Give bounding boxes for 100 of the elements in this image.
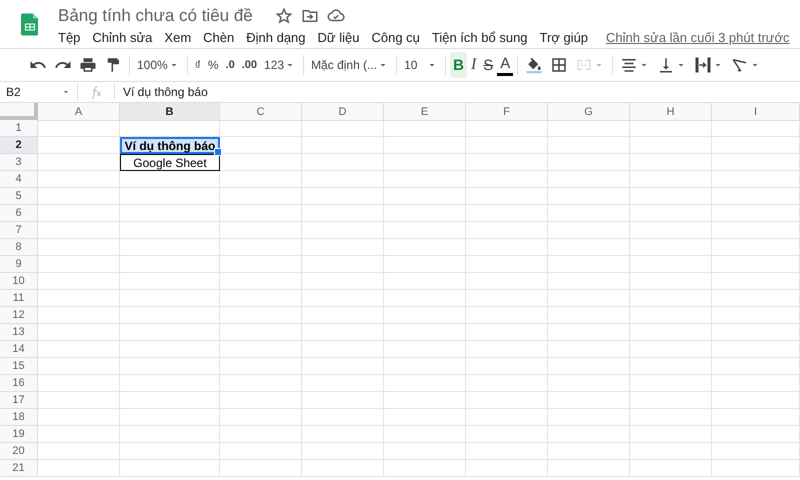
table-cell[interactable]: Ví dụ thông báo: [120, 137, 220, 154]
row-header[interactable]: 13: [0, 324, 38, 341]
table-cell[interactable]: [466, 324, 548, 341]
row-header[interactable]: 4: [0, 171, 38, 188]
table-cell[interactable]: [302, 120, 384, 137]
table-cell[interactable]: [302, 375, 384, 392]
menu-item[interactable]: Xem: [158, 30, 198, 44]
table-cell[interactable]: [712, 273, 800, 290]
table-cell[interactable]: [120, 341, 220, 358]
column-header[interactable]: E: [384, 103, 466, 121]
table-cell[interactable]: [548, 120, 630, 137]
table-cell[interactable]: [630, 154, 712, 171]
table-cell[interactable]: [548, 290, 630, 307]
table-cell[interactable]: [220, 120, 302, 137]
table-cell[interactable]: [384, 443, 466, 460]
table-cell[interactable]: [38, 324, 120, 341]
table-cell[interactable]: [302, 307, 384, 324]
table-cell[interactable]: [712, 324, 800, 341]
table-cell[interactable]: [548, 273, 630, 290]
table-cell[interactable]: [466, 273, 548, 290]
table-cell[interactable]: [712, 307, 800, 324]
table-cell[interactable]: [466, 290, 548, 307]
table-cell[interactable]: [630, 290, 712, 307]
row-header[interactable]: 6: [0, 205, 38, 222]
row-header[interactable]: 10: [0, 273, 38, 290]
table-cell[interactable]: [120, 307, 220, 324]
table-cell[interactable]: [466, 426, 548, 443]
table-cell[interactable]: [466, 392, 548, 409]
table-cell[interactable]: [630, 137, 712, 154]
table-cell[interactable]: [712, 290, 800, 307]
table-cell[interactable]: [384, 273, 466, 290]
table-cell[interactable]: [38, 205, 120, 222]
table-cell[interactable]: [302, 426, 384, 443]
table-cell[interactable]: [38, 239, 120, 256]
table-cell[interactable]: [120, 460, 220, 477]
row-header[interactable]: 15: [0, 358, 38, 375]
table-cell[interactable]: [120, 188, 220, 205]
select-all-corner[interactable]: [0, 103, 38, 120]
table-cell[interactable]: [120, 273, 220, 290]
table-cell[interactable]: [302, 358, 384, 375]
table-cell[interactable]: [712, 426, 800, 443]
table-cell[interactable]: [384, 324, 466, 341]
table-cell[interactable]: [384, 392, 466, 409]
table-cell[interactable]: [38, 341, 120, 358]
menu-item[interactable]: Chỉnh sửa: [86, 30, 158, 44]
table-cell[interactable]: [630, 222, 712, 239]
table-cell[interactable]: [220, 392, 302, 409]
table-cell[interactable]: [712, 188, 800, 205]
table-cell[interactable]: [120, 358, 220, 375]
table-cell[interactable]: [38, 154, 120, 171]
column-header[interactable]: B: [120, 103, 220, 121]
text-color-button[interactable]: A: [497, 54, 514, 76]
row-header[interactable]: 8: [0, 239, 38, 256]
table-cell[interactable]: [548, 392, 630, 409]
table-cell[interactable]: [466, 341, 548, 358]
table-cell[interactable]: [120, 426, 220, 443]
table-cell[interactable]: [38, 409, 120, 426]
table-cell[interactable]: [384, 154, 466, 171]
table-cell[interactable]: [220, 358, 302, 375]
menu-item[interactable]: Tệp: [52, 30, 86, 44]
table-cell[interactable]: [712, 171, 800, 188]
table-cell[interactable]: [38, 222, 120, 239]
table-cell[interactable]: [38, 171, 120, 188]
name-box[interactable]: B2: [0, 84, 78, 100]
table-cell[interactable]: [384, 188, 466, 205]
table-cell[interactable]: [712, 222, 800, 239]
table-cell[interactable]: [712, 205, 800, 222]
table-cell[interactable]: [466, 409, 548, 426]
table-cell[interactable]: [38, 358, 120, 375]
column-header[interactable]: I: [712, 103, 800, 121]
table-cell[interactable]: [120, 222, 220, 239]
format-button[interactable]: ₫: [192, 52, 204, 78]
number-format-dropdown[interactable]: 123: [261, 52, 300, 78]
table-cell[interactable]: [630, 392, 712, 409]
table-cell[interactable]: [38, 443, 120, 460]
row-header[interactable]: 20: [0, 443, 38, 460]
star-icon[interactable]: [274, 6, 293, 24]
row-header[interactable]: 7: [0, 222, 38, 239]
column-header[interactable]: A: [38, 103, 120, 121]
table-cell[interactable]: [220, 205, 302, 222]
table-cell[interactable]: [302, 460, 384, 477]
table-cell[interactable]: [712, 137, 800, 154]
row-header[interactable]: 14: [0, 341, 38, 358]
table-cell[interactable]: [630, 375, 712, 392]
table-cell[interactable]: [220, 307, 302, 324]
column-header[interactable]: C: [220, 103, 302, 121]
column-header[interactable]: G: [548, 103, 630, 121]
table-cell[interactable]: [712, 358, 800, 375]
table-cell[interactable]: [630, 188, 712, 205]
table-cell[interactable]: [220, 188, 302, 205]
column-header[interactable]: D: [302, 103, 384, 121]
table-cell[interactable]: [384, 358, 466, 375]
table-cell[interactable]: [120, 443, 220, 460]
table-cell[interactable]: [630, 358, 712, 375]
table-cell[interactable]: [548, 222, 630, 239]
table-cell[interactable]: [384, 256, 466, 273]
table-cell[interactable]: [302, 341, 384, 358]
table-cell[interactable]: [302, 205, 384, 222]
table-cell[interactable]: [548, 205, 630, 222]
table-cell[interactable]: [466, 375, 548, 392]
